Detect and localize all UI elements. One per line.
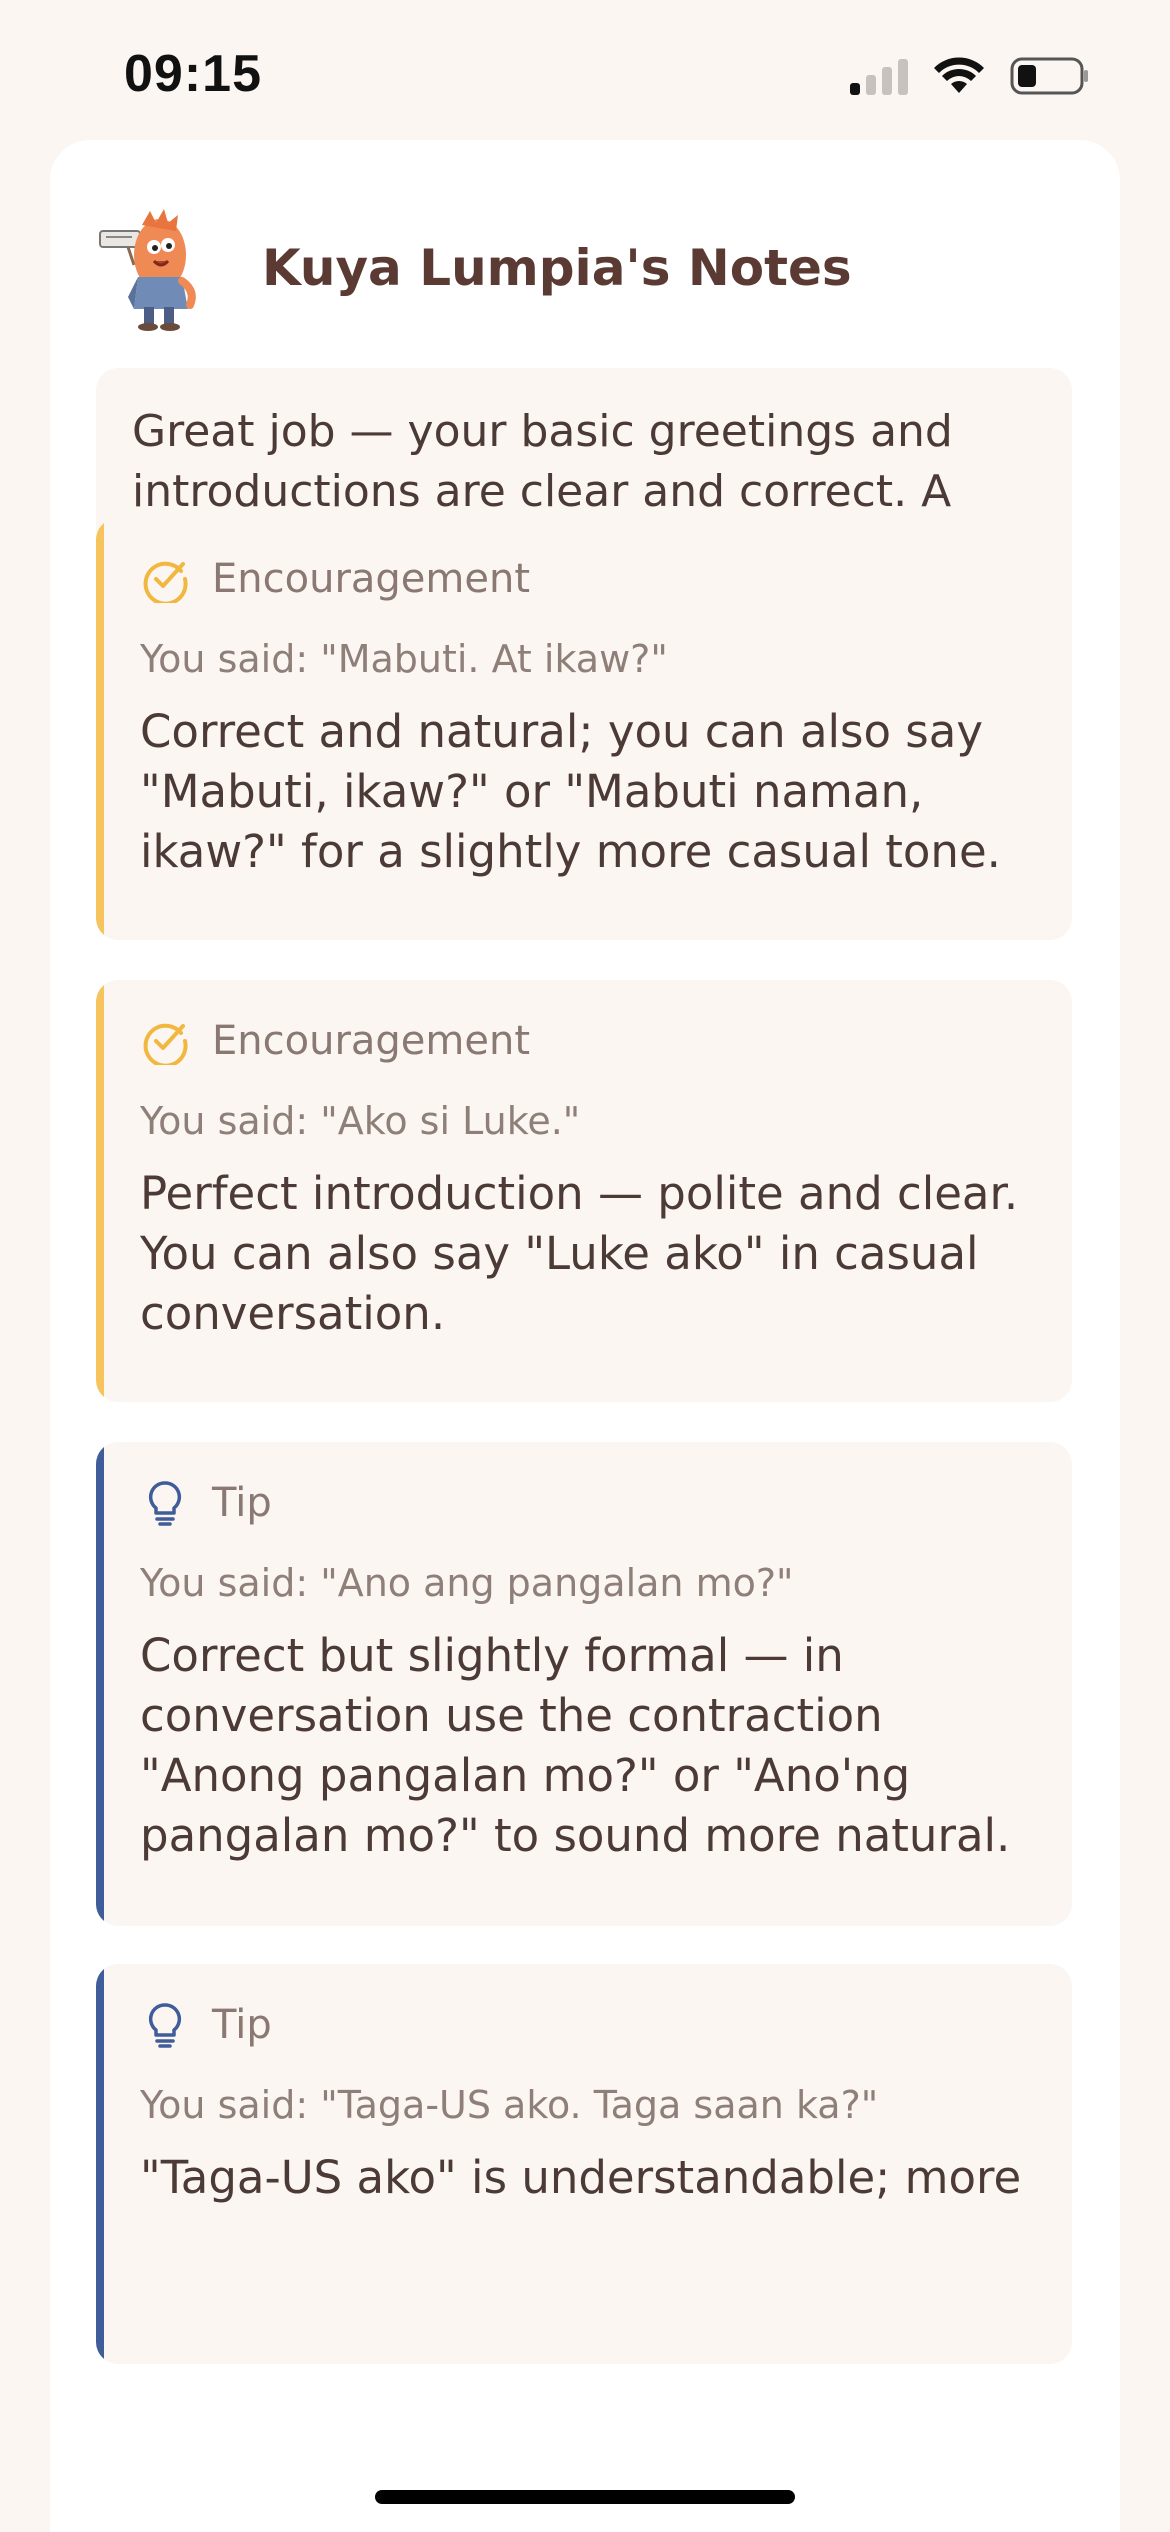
note-body: Perfect introduction — polite and clear.… [140, 1167, 1019, 1340]
wifi-icon [934, 57, 984, 95]
note-said: You said: "Ano ang pangalan mo?" [140, 1561, 794, 1605]
note-type-label: Tip [212, 1480, 272, 1526]
note-header: Tip [140, 1478, 1036, 1528]
status-icons [850, 56, 1090, 96]
note-header: Encouragement [140, 554, 1036, 604]
notes-card: Kuya Lumpia's Notes Great job — your bas… [50, 140, 1120, 2532]
screen: 09:15 Kuya Lumpia's Notes Great job — yo… [0, 0, 1170, 2532]
note-card-tip: Tip You said: "Taga-US ako. Taga saan ka… [96, 1964, 1072, 2364]
lightbulb-icon [140, 1478, 190, 1528]
lightbulb-icon [140, 2000, 190, 2050]
note-type-label: Encouragement [212, 1018, 531, 1064]
status-bar: 09:15 [0, 0, 1170, 140]
note-body: Correct but slightly formal — in convers… [140, 1629, 1011, 1862]
note-said: You said: "Mabuti. At ikaw?" [140, 637, 668, 681]
note-type-label: Encouragement [212, 556, 531, 602]
note-body: Correct and natural; you can also say "M… [140, 705, 1001, 878]
note-card-encouragement: Encouragement You said: "Mabuti. At ikaw… [96, 518, 1072, 940]
note-card-encouragement: Encouragement You said: "Ako si Luke." P… [96, 980, 1072, 1402]
page-title: Kuya Lumpia's Notes [262, 239, 852, 297]
cellular-signal-icon [850, 57, 908, 95]
check-circle-icon [140, 554, 190, 604]
battery-icon [1010, 56, 1090, 96]
note-header: Tip [140, 2000, 1036, 2050]
note-type-label: Tip [212, 2002, 272, 2048]
note-body: "Taga-US ako" is understandable; more [140, 2151, 1022, 2204]
note-card-tip: Tip You said: "Ano ang pangalan mo?" Cor… [96, 1442, 1072, 1926]
lumpia-mascot-icon [98, 205, 216, 331]
note-said: You said: "Ako si Luke." [140, 1099, 581, 1143]
note-header: Encouragement [140, 1016, 1036, 1066]
card-header: Kuya Lumpia's Notes [98, 198, 852, 338]
status-time: 09:15 [124, 45, 262, 103]
home-indicator[interactable] [375, 2490, 795, 2504]
note-said: You said: "Taga-US ako. Taga saan ka?" [140, 2083, 879, 2127]
check-circle-icon [140, 1016, 190, 1066]
